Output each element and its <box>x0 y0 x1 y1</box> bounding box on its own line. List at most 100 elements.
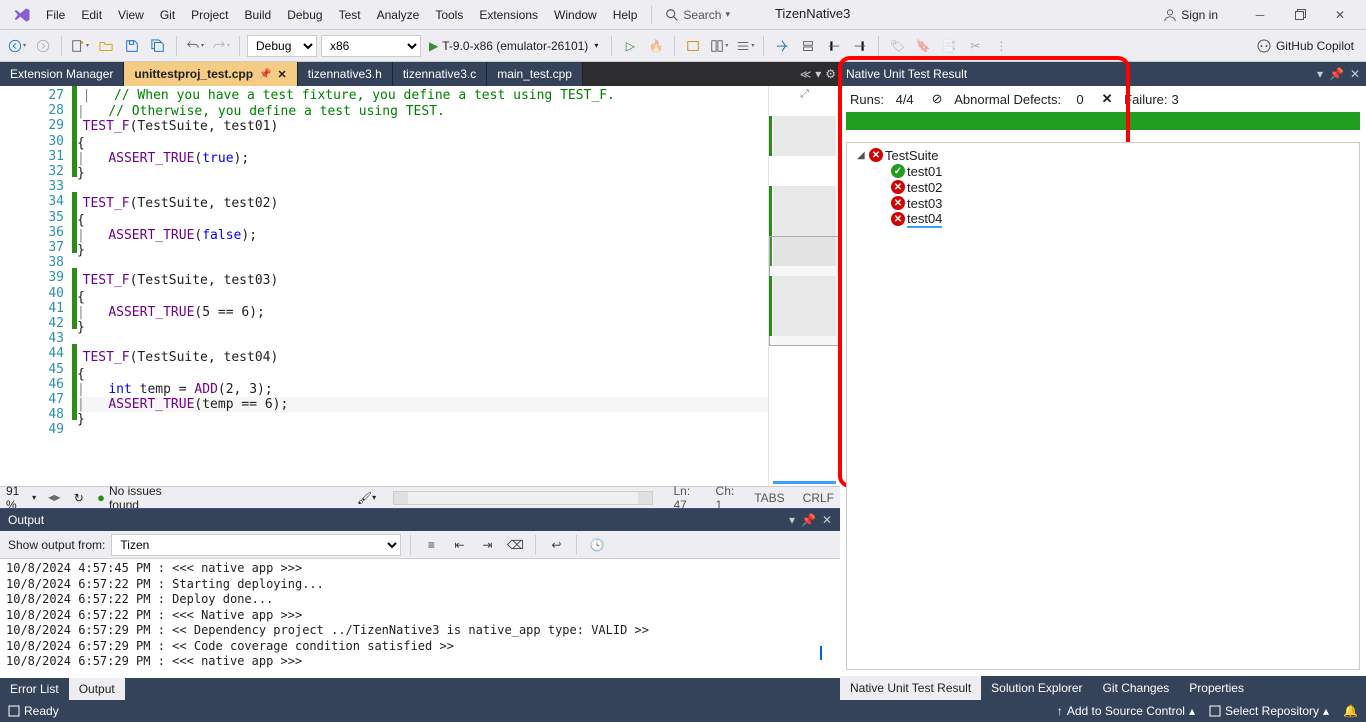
output-gotoline-icon[interactable]: ≡ <box>420 534 442 556</box>
new-item-button[interactable]: ▾ <box>69 35 91 57</box>
add-source-control[interactable]: ↑ Add to Source Control ▴ <box>1057 704 1195 718</box>
right-tab[interactable]: Properties <box>1179 676 1254 700</box>
test-row[interactable]: test04 <box>851 211 1355 227</box>
menu-git[interactable]: Git <box>152 4 183 26</box>
menu-tools[interactable]: Tools <box>427 4 471 26</box>
output-prev-icon[interactable]: ⇤ <box>448 534 470 556</box>
menu-view[interactable]: View <box>110 4 152 26</box>
notifications-icon[interactable]: 🔔 <box>1343 704 1358 718</box>
menu-file[interactable]: File <box>38 4 73 26</box>
output-dropdown-icon[interactable]: ▾ <box>789 513 795 527</box>
output-clock-icon[interactable]: 🕓 <box>586 534 608 556</box>
right-tab[interactable]: Solution Explorer <box>981 676 1092 700</box>
sync-icon[interactable]: ↻ <box>72 491 85 505</box>
start-no-debug-button[interactable]: ▷ <box>619 35 641 57</box>
close-tab-icon[interactable]: ✕ <box>278 68 287 81</box>
output-text[interactable]: 10/8/2024 4:57:45 PM : <<< native app >>… <box>0 559 840 678</box>
output-source-dropdown[interactable]: Tizen <box>111 534 401 556</box>
hot-reload-button[interactable]: 🔥 <box>645 35 667 57</box>
tb-icon-2[interactable]: ▾ <box>708 35 730 57</box>
output-tab[interactable]: Output <box>69 678 125 700</box>
editor-hscroll[interactable] <box>393 491 653 505</box>
minimap[interactable]: ⤢ <box>768 86 840 486</box>
menu-window[interactable]: Window <box>546 4 605 26</box>
config-dropdown[interactable]: Debug <box>247 35 317 57</box>
menu-analyze[interactable]: Analyze <box>369 4 428 26</box>
tb-icon-12[interactable]: ⋮ <box>990 35 1012 57</box>
tb-icon-11[interactable]: ✂ <box>964 35 986 57</box>
output-clear-icon[interactable]: ⌫ <box>504 534 526 556</box>
menu-debug[interactable]: Debug <box>279 4 330 26</box>
editor-tab[interactable]: Extension Manager <box>0 62 124 86</box>
separator <box>651 6 652 24</box>
signin-button[interactable]: Sign in <box>1155 4 1226 26</box>
test-row[interactable]: test01 <box>851 163 1355 179</box>
test-row[interactable]: test02 <box>851 179 1355 195</box>
editor-tab[interactable]: tizennative3.c <box>393 62 487 86</box>
search-icon <box>665 8 679 22</box>
output-toolbar: Show output from: Tizen ≡ ⇤ ⇥ ⌫ ↩ 🕓 <box>0 531 840 559</box>
panel-dropdown-icon[interactable]: ▾ <box>1317 67 1323 81</box>
redo-button[interactable]: ▾ <box>210 35 232 57</box>
editor-tabstrip: Extension Managerunittestproj_test.cpp📌✕… <box>0 62 840 86</box>
tb-icon-9[interactable]: 🔖 <box>912 35 934 57</box>
test-row[interactable]: test03 <box>851 195 1355 211</box>
tb-icon-5[interactable] <box>797 35 819 57</box>
open-button[interactable] <box>95 35 117 57</box>
status-bar: Ready ↑ Add to Source Control ▴ Select R… <box>0 700 1366 722</box>
search-box[interactable]: Search ▾ <box>658 4 751 26</box>
project-title: TizenNative3 <box>775 6 850 23</box>
panel-pin-icon[interactable]: 📌 <box>1329 67 1344 81</box>
close-button[interactable]: ✕ <box>1320 1 1360 29</box>
restore-button[interactable] <box>1280 1 1320 29</box>
tab-overflow-icon[interactable]: ≪ <box>800 68 812 81</box>
save-all-button[interactable] <box>147 35 169 57</box>
tab-gear-icon[interactable]: ⚙ <box>825 67 836 81</box>
right-tab[interactable]: Native Unit Test Result <box>840 676 981 700</box>
editor-tab[interactable]: main_test.cpp <box>487 62 583 86</box>
nav-back-button[interactable]: ▾ <box>6 35 28 57</box>
copilot-button[interactable]: GitHub Copilot <box>1250 36 1360 56</box>
right-tab[interactable]: Git Changes <box>1093 676 1180 700</box>
menu-test[interactable]: Test <box>331 4 369 26</box>
save-button[interactable] <box>121 35 143 57</box>
tb-icon-3[interactable]: ▾ <box>734 35 756 57</box>
test-suite-row[interactable]: ◢ TestSuite <box>851 147 1355 163</box>
code-editor[interactable]: 2728293031323334353637383940414243444546… <box>0 86 840 486</box>
output-pin-icon[interactable]: 📌 <box>801 513 816 527</box>
tb-icon-4[interactable] <box>771 35 793 57</box>
platform-dropdown[interactable]: x86 <box>321 35 421 57</box>
tb-icon-8[interactable]: 🏷 <box>886 35 908 57</box>
output-close-icon[interactable]: ✕ <box>822 513 832 527</box>
menu-project[interactable]: Project <box>183 4 236 26</box>
editor-tab[interactable]: unittestproj_test.cpp📌✕ <box>124 62 297 86</box>
editor-tab[interactable]: tizennative3.h <box>298 62 393 86</box>
code-area[interactable]: ˅| // When you have a test fixture, you … <box>77 86 768 486</box>
tb-icon-7[interactable] <box>849 35 871 57</box>
tb-icon-6[interactable] <box>823 35 845 57</box>
test-progress-bar <box>846 112 1360 130</box>
user-icon <box>1163 8 1177 22</box>
output-tab[interactable]: Error List <box>0 678 69 700</box>
panel-close-icon[interactable]: ✕ <box>1350 67 1360 81</box>
menu-build[interactable]: Build <box>237 4 280 26</box>
brush-icon[interactable]: 🖌▾ <box>359 491 373 505</box>
test-tree[interactable]: ◢ TestSuite test01test02test03test04 <box>846 142 1360 670</box>
tb-icon-1[interactable] <box>682 35 704 57</box>
output-wrap-icon[interactable]: ↩ <box>545 534 567 556</box>
minimize-button[interactable]: ─ <box>1240 1 1280 29</box>
tb-icon-10[interactable]: 📑 <box>938 35 960 57</box>
output-next-icon[interactable]: ⇥ <box>476 534 498 556</box>
nav-fwd-button[interactable] <box>32 35 54 57</box>
tab-dropdown-icon[interactable]: ▾ <box>815 67 821 81</box>
select-repository[interactable]: Select Repository ▴ <box>1209 704 1329 718</box>
right-pane-tabs: Native Unit Test ResultSolution Explorer… <box>840 676 1366 700</box>
menu-extensions[interactable]: Extensions <box>471 4 546 26</box>
run-button[interactable]: ▶ T-9.0-x86 (emulator-26101) ▾ <box>425 35 604 57</box>
pin-icon[interactable]: 📌 <box>259 69 271 80</box>
menu-help[interactable]: Help <box>605 4 646 26</box>
undo-button[interactable]: ▾ <box>184 35 206 57</box>
pass-icon <box>891 164 905 178</box>
tree-collapse-icon[interactable]: ◢ <box>857 150 867 161</box>
menu-edit[interactable]: Edit <box>73 4 110 26</box>
